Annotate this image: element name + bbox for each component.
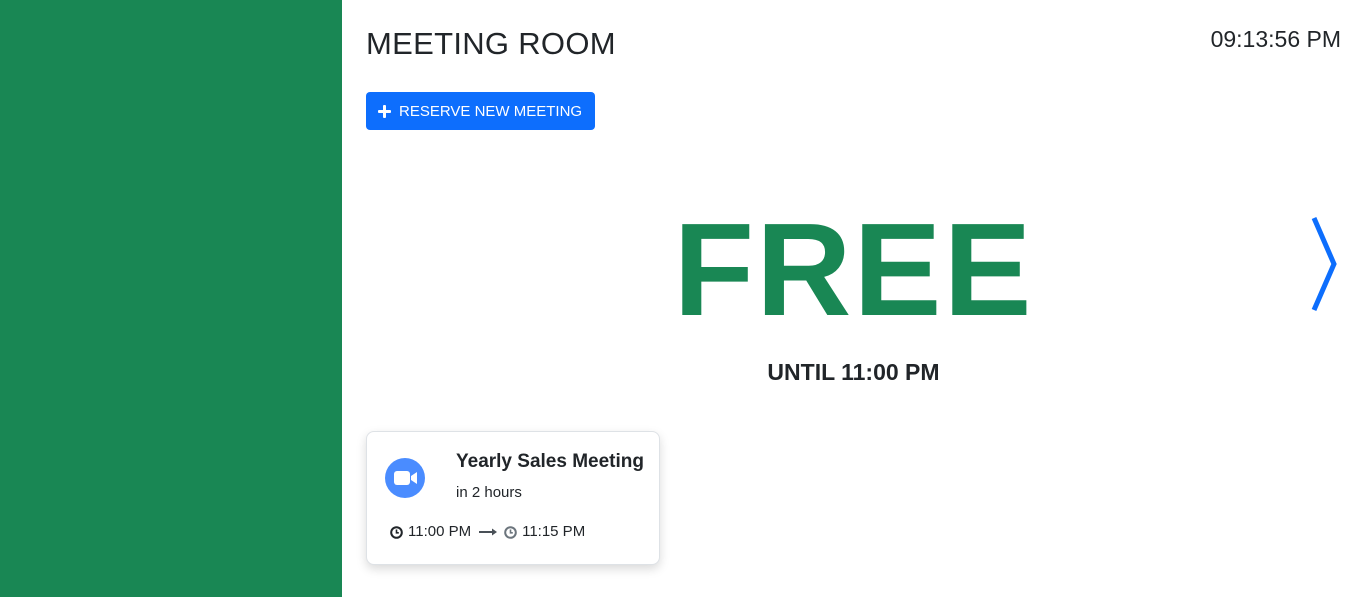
upcoming-meeting-card[interactable]: Yearly Sales Meeting in 2 hours 11:00 PM [366,431,660,565]
meeting-title: Yearly Sales Meeting [456,451,644,472]
chevron-right-icon [1311,217,1337,311]
arrow-right-icon [479,527,498,537]
meeting-start-time: 11:00 PM [408,523,472,540]
reserve-button-label: RESERVE NEW MEETING [399,102,583,120]
meeting-end-time: 11:15 PM [522,523,586,540]
room-status: FREE [673,196,1034,343]
plus-icon [378,104,391,118]
meeting-room-display: MEETING ROOM 09:13:56 PM RESERVE NEW MEE… [0,0,1365,597]
room-title: MEETING ROOM [366,26,616,61]
current-time: 09:13:56 PM [1210,26,1341,52]
clock-icon [390,525,403,539]
status-until: UNTIL 11:00 PM [767,359,940,385]
reserve-new-meeting-button[interactable]: RESERVE NEW MEETING [366,92,596,130]
meeting-time-range: 11:00 PM 11:15 PM [390,522,585,542]
clock-icon [504,525,517,539]
video-camera-icon [385,458,425,498]
main-panel: MEETING ROOM 09:13:56 PM RESERVE NEW MEE… [342,0,1365,597]
meeting-relative-time: in 2 hours [456,484,522,501]
status-color-bar [0,0,342,597]
next-button[interactable] [1308,214,1340,314]
